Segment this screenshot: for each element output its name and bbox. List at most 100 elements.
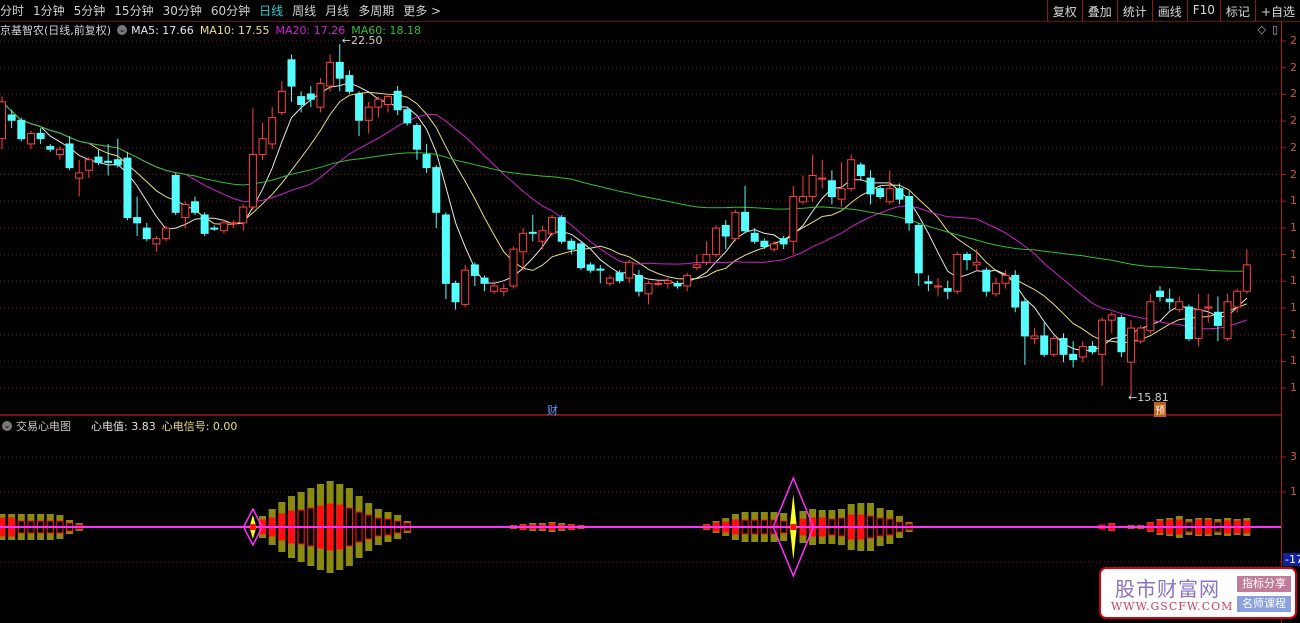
forecast-event-marker[interactable]: 预 [1154, 402, 1166, 417]
candle-body [1107, 314, 1116, 321]
candle-body [393, 90, 402, 111]
candle-body [55, 148, 64, 155]
candle-body [461, 269, 470, 305]
candle-body [1127, 327, 1136, 363]
candle-body [171, 175, 180, 213]
candle-body [200, 214, 209, 234]
candle-body [335, 61, 344, 79]
candle-body [770, 243, 778, 250]
candle [683, 272, 692, 292]
candle-body [789, 196, 798, 242]
candle [393, 86, 402, 116]
candle-body [297, 96, 306, 105]
candle [374, 96, 383, 118]
candle-body [808, 175, 817, 198]
candle-body [943, 288, 952, 292]
candle-body [586, 264, 595, 271]
candle [239, 204, 248, 231]
arrow-left-icon: ← [341, 34, 351, 47]
candle [1040, 322, 1049, 357]
price-axis-label: 2 [1290, 114, 1297, 128]
candle [133, 196, 142, 236]
candle [258, 122, 267, 160]
candle [499, 283, 508, 297]
candle-body [779, 238, 788, 245]
candle [538, 225, 547, 250]
candle-body [181, 203, 190, 219]
candle-body [1069, 353, 1078, 361]
candle [1175, 296, 1184, 313]
price-axis-label: 1 [1290, 220, 1297, 234]
candle [123, 151, 132, 221]
high-price-marker: ←22.50 [341, 34, 383, 47]
candle [972, 249, 981, 271]
price-axis-label: 1 [1290, 301, 1297, 314]
candle-body [277, 90, 286, 113]
indicator-header: ⌄ 交易心电图 心电值: 3.83 心电信号: 0.00 [0, 418, 237, 434]
candle-body [605, 277, 614, 284]
price-axis-label: 1 [1290, 247, 1297, 261]
candle [113, 138, 122, 168]
candle [712, 225, 721, 258]
candles [0, 44, 1251, 396]
indicator-name[interactable]: 交易心电图 [16, 418, 71, 434]
finance-event-marker[interactable]: 财 [547, 402, 558, 418]
candle-body [1011, 274, 1020, 308]
candle-body [1165, 298, 1174, 303]
candle [634, 270, 643, 297]
candle-body [1136, 327, 1145, 342]
candle [963, 251, 971, 271]
candle-body [75, 172, 84, 179]
candle-body [702, 253, 711, 263]
candle-body [345, 75, 354, 92]
candle [432, 164, 441, 229]
candle-body [1175, 301, 1184, 311]
candle-body [663, 280, 672, 284]
candle [519, 228, 528, 271]
candle-body [268, 117, 277, 145]
price-axis-label: 1 [1290, 194, 1297, 208]
candle [75, 159, 84, 197]
candle [7, 109, 16, 129]
candle [509, 246, 518, 289]
grid-lines [0, 40, 1286, 563]
candle [84, 157, 93, 179]
candle-body [1117, 317, 1126, 353]
candle-body [123, 157, 132, 219]
candle [577, 241, 585, 271]
candle [210, 225, 219, 231]
candle-body [162, 227, 171, 240]
candle [268, 107, 277, 150]
candle [1020, 299, 1029, 365]
candle-body [1242, 264, 1251, 292]
candle [152, 235, 161, 252]
candle-body [876, 188, 885, 198]
candle-body [982, 269, 991, 292]
candle-body [1194, 309, 1203, 340]
candle-body [1078, 345, 1087, 358]
candle [229, 220, 238, 229]
candle-body [480, 277, 489, 284]
candle [1088, 341, 1097, 355]
candle [1184, 304, 1193, 342]
candle [1165, 288, 1174, 310]
candle [480, 275, 489, 292]
kline-chart[interactable] [0, 0, 1300, 623]
candle-body [1098, 319, 1107, 355]
candle [528, 214, 537, 242]
indicator-axis-label: 3 [1290, 450, 1297, 463]
candle-body [750, 232, 759, 242]
ecg-signal: 心电信号: 0.00 [161, 420, 238, 433]
candle-body [895, 188, 904, 200]
candle [905, 191, 914, 231]
candle-body [422, 153, 431, 169]
candle [171, 172, 180, 215]
candle-body [490, 285, 499, 292]
candle-body [1146, 301, 1155, 332]
ecg-value: 心电值: 3.83 [91, 420, 156, 433]
chevron-down-icon[interactable]: ⌄ [2, 421, 12, 431]
candle [1049, 335, 1058, 357]
candle-body [1001, 274, 1010, 284]
candle [847, 154, 856, 192]
watermark-logo: 股市财富网 WWW.GSCFW.COM 指标分享 名师课程 [1099, 567, 1297, 619]
